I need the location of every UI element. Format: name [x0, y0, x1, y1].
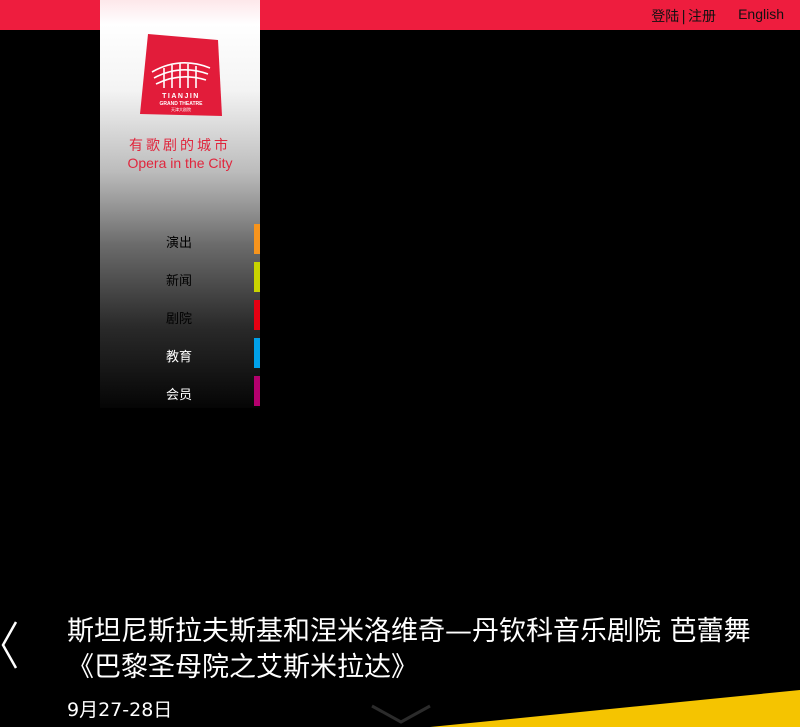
page: 登陆 | 注册 English TIANJIN GRAND THEATRE 天津大剧… — [0, 0, 800, 727]
english-link[interactable]: English — [738, 6, 784, 22]
logo-text-tianjin: TIANJIN — [162, 93, 200, 100]
nav-item-members[interactable]: 会员 — [100, 376, 260, 406]
tianjin-grand-theatre-logo-icon[interactable]: TIANJIN GRAND THEATRE 天津大剧院 — [140, 34, 222, 116]
slide-title-line1: 斯坦尼斯拉夫斯基和涅米洛维奇—丹钦科音乐剧院 芭蕾舞 — [67, 616, 751, 647]
nav-color-bar — [254, 262, 260, 292]
sidebar: TIANJIN GRAND THEATRE 天津大剧院 有歌剧的城市 Opera… — [100, 0, 260, 408]
tagline-cn: 有歌剧的城市 — [129, 138, 231, 154]
auth-links: 登陆 | 注册 — [651, 6, 716, 26]
auth-separator: | — [681, 9, 686, 25]
nav-item-news[interactable]: 新闻 — [100, 262, 260, 292]
tagline-en: Opera in the City — [127, 155, 233, 171]
nav-color-bar — [254, 376, 260, 406]
login-link[interactable]: 登陆 — [651, 9, 679, 25]
nav-color-bar — [254, 300, 260, 330]
nav-color-bar — [254, 224, 260, 254]
nav-item-label: 会员 — [165, 388, 192, 403]
nav-item-label: 新闻 — [165, 274, 192, 289]
register-link[interactable]: 注册 — [688, 9, 716, 25]
slide-title-line2: 《巴黎圣母院之艾斯米拉达》 — [67, 652, 418, 683]
slide-date: 9月27-28日 — [67, 699, 173, 721]
previous-slide-arrow-icon[interactable] — [0, 620, 22, 670]
slide-title[interactable]: 斯坦尼斯拉夫斯基和涅米洛维奇—丹钦科音乐剧院 芭蕾舞 《巴黎圣母院之艾斯米拉达》 — [67, 614, 800, 686]
nav-item-label: 教育 — [165, 350, 192, 365]
nav-item-education[interactable]: 教育 — [100, 338, 260, 368]
nav-item-performances[interactable]: 演出 — [100, 224, 260, 254]
scroll-down-chevron-icon[interactable] — [370, 702, 432, 724]
nav-item-label: 剧院 — [165, 312, 192, 327]
nav-item-label: 演出 — [165, 236, 192, 251]
logo-text-cn: 天津大剧院 — [171, 106, 191, 112]
nav-color-bar — [254, 338, 260, 368]
nav-item-theatre[interactable]: 剧院 — [100, 300, 260, 330]
